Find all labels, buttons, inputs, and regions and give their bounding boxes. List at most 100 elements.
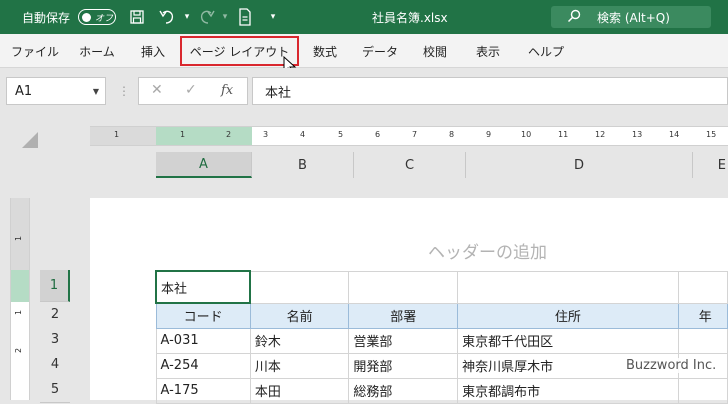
redo-dropdown-icon[interactable]: ▾ <box>214 0 236 34</box>
tab-data[interactable]: データ <box>354 34 406 68</box>
header-cell[interactable]: 部署 <box>348 302 459 329</box>
ruler-selection <box>156 127 252 145</box>
tab-file[interactable]: ファイル <box>6 34 64 68</box>
ruler-number: 4 <box>300 130 306 139</box>
tab-insert[interactable]: 挿入 <box>130 34 176 68</box>
horizontal-ruler: 1 1 2 3 4 5 6 7 8 9 10 11 12 13 14 15 <box>90 126 728 146</box>
ruler-number: 13 <box>632 130 643 139</box>
undo-icon[interactable] <box>156 0 178 34</box>
cancel-icon[interactable]: ✕ <box>151 82 163 98</box>
header-cell[interactable]: 住所 <box>457 302 679 329</box>
column-header-c[interactable]: C <box>354 152 466 178</box>
tab-page-layout[interactable]: ページ レイアウト <box>180 36 299 66</box>
cell[interactable]: 開発部 <box>348 352 459 379</box>
row-header-3[interactable]: 3 <box>40 327 70 353</box>
document-icon[interactable] <box>234 0 256 34</box>
name-box-value: A1 <box>15 83 33 99</box>
ruler-number: 3 <box>263 130 269 139</box>
table-row: A-175 本田 総務部 東京都調布市 <box>155 377 728 404</box>
cell[interactable]: 鈴木 <box>249 327 350 354</box>
row-header-4[interactable]: 4 <box>40 352 70 378</box>
cell[interactable]: 東京都千代田区 <box>457 327 679 354</box>
save-icon[interactable] <box>126 0 148 34</box>
column-header-e[interactable]: E <box>693 152 728 178</box>
cell[interactable] <box>677 270 728 304</box>
table-row: A-031 鈴木 営業部 東京都千代田区 <box>155 327 728 354</box>
customize-toolbar-icon[interactable]: ▾ <box>262 0 284 34</box>
column-header-b[interactable]: B <box>252 152 354 178</box>
cell[interactable] <box>457 270 679 304</box>
header-cell[interactable]: 年 <box>677 302 728 329</box>
ruler-number: 1 <box>14 235 24 242</box>
cell-a1[interactable]: 本社 <box>154 270 252 304</box>
ruler-number: 8 <box>449 130 455 139</box>
ruler-number: 7 <box>412 130 418 139</box>
cell[interactable]: 総務部 <box>348 377 459 404</box>
ruler-number: 11 <box>558 130 569 139</box>
tab-help[interactable]: ヘルプ <box>518 34 574 68</box>
formula-bar: A1 ▼ ⋮ ✕ ✓ fx 本社 <box>0 68 728 114</box>
ruler-margin <box>90 127 156 145</box>
ruler-number: 2 <box>226 130 232 139</box>
vertical-ruler: 1 1 2 <box>10 198 30 400</box>
ruler-number: 12 <box>595 130 606 139</box>
ruler-number: 5 <box>338 130 344 139</box>
header-placeholder[interactable]: ヘッダーの追加 <box>428 238 547 263</box>
ruler-number: 10 <box>521 130 532 139</box>
toggle-knob <box>82 12 91 22</box>
cell[interactable]: 東京都調布市 <box>457 377 679 404</box>
autosave-toggle[interactable]: オフ <box>78 9 116 25</box>
search-label: 検索 (Alt+Q) <box>597 10 670 25</box>
tab-home[interactable]: ホーム <box>70 34 124 68</box>
search-icon <box>567 9 581 26</box>
formula-buttons: ✕ ✓ fx <box>138 77 248 105</box>
header-cell[interactable]: コード <box>155 302 251 329</box>
tab-formulas[interactable]: 数式 <box>304 34 346 68</box>
cell[interactable]: 営業部 <box>348 327 459 354</box>
cell[interactable]: A-031 <box>155 327 251 354</box>
undo-dropdown-icon[interactable]: ▾ <box>176 0 198 34</box>
column-header-d[interactable]: D <box>466 152 693 178</box>
row-header-2[interactable]: 2 <box>40 302 70 328</box>
watermark: Buzzword Inc. <box>626 358 717 373</box>
insert-function-icon[interactable]: fx <box>221 83 233 98</box>
title-bar: 自動保存 オフ ▾ ▾ ▾ 社員名簿.xlsx 検索 (Alt+Q) <box>0 0 728 34</box>
autosave-state: オフ <box>95 13 114 24</box>
cell[interactable] <box>249 270 350 304</box>
row-header-5[interactable]: 5 <box>40 377 70 403</box>
cell[interactable]: 本田 <box>249 377 350 404</box>
cell[interactable]: A-175 <box>155 377 251 404</box>
ribbon-tabs: ファイル ホーム 挿入 ページ レイアウト 数式 データ 校閲 表示 ヘルプ <box>0 34 728 68</box>
chevron-down-icon[interactable]: ▼ <box>93 87 99 96</box>
file-name: 社員名簿.xlsx <box>372 10 448 25</box>
row-header-1[interactable]: 1 <box>40 270 70 302</box>
enter-icon[interactable]: ✓ <box>185 82 197 98</box>
name-box[interactable]: A1 ▼ <box>6 77 106 105</box>
tab-view[interactable]: 表示 <box>466 34 510 68</box>
autosave-label: 自動保存 <box>22 10 71 25</box>
ruler-number: 6 <box>375 130 381 139</box>
ruler-number: 9 <box>486 130 492 139</box>
ruler-number: 15 <box>706 130 717 139</box>
header-cell[interactable]: 名前 <box>249 302 350 329</box>
ruler-number: 14 <box>669 130 680 139</box>
cell[interactable] <box>677 377 728 404</box>
column-header-a[interactable]: A <box>156 152 252 178</box>
cell[interactable]: 川本 <box>249 352 350 379</box>
ruler-number: 2 <box>14 347 24 354</box>
table-row: 本社 <box>154 270 728 304</box>
select-all-corner[interactable] <box>0 114 90 178</box>
cell[interactable] <box>677 327 728 354</box>
ruler-number: 1 <box>14 309 24 316</box>
cell[interactable] <box>348 270 459 304</box>
ruler-margin <box>11 198 29 270</box>
formula-input[interactable]: 本社 <box>252 77 728 105</box>
select-all-icon[interactable] <box>22 132 38 148</box>
table-header-row: コード 名前 部署 住所 年 <box>155 302 728 329</box>
formula-bar-grip-icon[interactable]: ⋮ <box>118 84 130 98</box>
ruler-selection <box>11 270 29 302</box>
ruler-number: 1 <box>180 130 186 139</box>
cell[interactable]: A-254 <box>155 352 251 379</box>
tab-review[interactable]: 校閲 <box>414 34 456 68</box>
search-box[interactable]: 検索 (Alt+Q) <box>551 6 711 28</box>
